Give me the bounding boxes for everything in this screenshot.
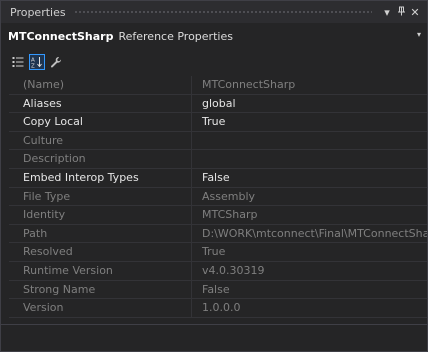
object-dropdown-icon[interactable]: ▾ <box>417 30 421 39</box>
property-row[interactable]: Resolved True <box>9 243 427 262</box>
properties-window: Properties ▾ ✕ MTConnectSharp Reference … <box>0 0 428 352</box>
property-name[interactable]: File Type <box>9 187 192 206</box>
property-row[interactable]: Runtime Version v4.0.30319 <box>9 261 427 281</box>
close-icon[interactable]: ✕ <box>408 6 422 19</box>
categorized-icon <box>12 57 24 67</box>
pin-icon[interactable] <box>394 6 408 19</box>
object-selector[interactable]: MTConnectSharp Reference Properties ▾ <box>1 25 427 47</box>
property-value: MTCSharp <box>202 208 258 222</box>
wrench-icon <box>51 57 62 68</box>
property-value: v4.0.30319 <box>202 263 265 277</box>
property-name[interactable]: Resolved <box>9 243 192 261</box>
property-name[interactable]: Identity <box>9 206 192 224</box>
property-value: False <box>202 282 230 296</box>
property-value <box>192 150 427 168</box>
property-row[interactable]: Version 1.0.0.0 <box>9 299 427 318</box>
categorized-button[interactable] <box>10 54 26 70</box>
title-grip <box>73 9 372 15</box>
property-value: Assembly <box>202 189 256 203</box>
property-value[interactable]: True <box>192 113 427 131</box>
property-value: True <box>202 245 226 259</box>
property-row[interactable]: Copy Local True <box>9 113 427 132</box>
property-value: MTConnectSharp <box>202 78 296 91</box>
property-row[interactable]: File Type Assembly <box>9 187 427 207</box>
property-grid: (Name) MTConnectSharp Aliases global Copy Lo… <box>9 76 427 322</box>
property-name[interactable]: Runtime Version <box>9 261 192 280</box>
properties-toolbar: A Z <box>1 51 427 73</box>
alphabetical-button[interactable]: A Z <box>29 54 45 70</box>
property-name[interactable]: Copy Local <box>9 113 192 131</box>
property-value: D:\WORK\mtconnect\Final\MTConnectSharp- <box>202 226 427 240</box>
property-row[interactable]: Embed Interop Types False <box>9 168 427 188</box>
property-name[interactable]: Culture <box>9 131 192 150</box>
property-value[interactable]: global <box>192 95 427 113</box>
property-row[interactable]: (Name) MTConnectSharp <box>9 76 427 95</box>
property-value: 1.0.0.0 <box>202 301 241 315</box>
window-menu-dropdown-icon[interactable]: ▾ <box>380 6 394 19</box>
alphabetical-sort-icon: A Z <box>31 57 42 69</box>
object-type: Reference Properties <box>118 29 233 43</box>
property-name[interactable]: Embed Interop Types <box>9 168 192 187</box>
property-name[interactable]: Version <box>9 299 192 317</box>
property-row[interactable]: Identity MTCSharp <box>9 206 427 225</box>
property-name[interactable]: Path <box>9 224 192 243</box>
description-panel <box>1 324 427 351</box>
property-row[interactable]: Description <box>9 150 427 169</box>
property-name[interactable]: Description <box>9 150 192 168</box>
property-value[interactable]: False <box>192 169 427 187</box>
property-name[interactable]: Strong Name <box>9 280 192 299</box>
property-row[interactable]: Culture <box>9 131 427 151</box>
title-bar[interactable]: Properties ▾ ✕ <box>1 1 427 23</box>
property-value <box>192 132 427 150</box>
property-pages-button[interactable] <box>48 54 64 70</box>
property-row[interactable]: Strong Name False <box>9 280 427 300</box>
property-row[interactable]: Path D:\WORK\mtconnect\Final\MTConnectSha… <box>9 224 427 244</box>
property-name[interactable]: (Name) <box>9 76 192 94</box>
property-row[interactable]: Aliases global <box>9 94 427 114</box>
svg-text:Z: Z <box>31 64 35 69</box>
property-name[interactable]: Aliases <box>9 94 192 113</box>
object-name: MTConnectSharp <box>8 29 114 43</box>
window-title: Properties <box>10 5 66 19</box>
